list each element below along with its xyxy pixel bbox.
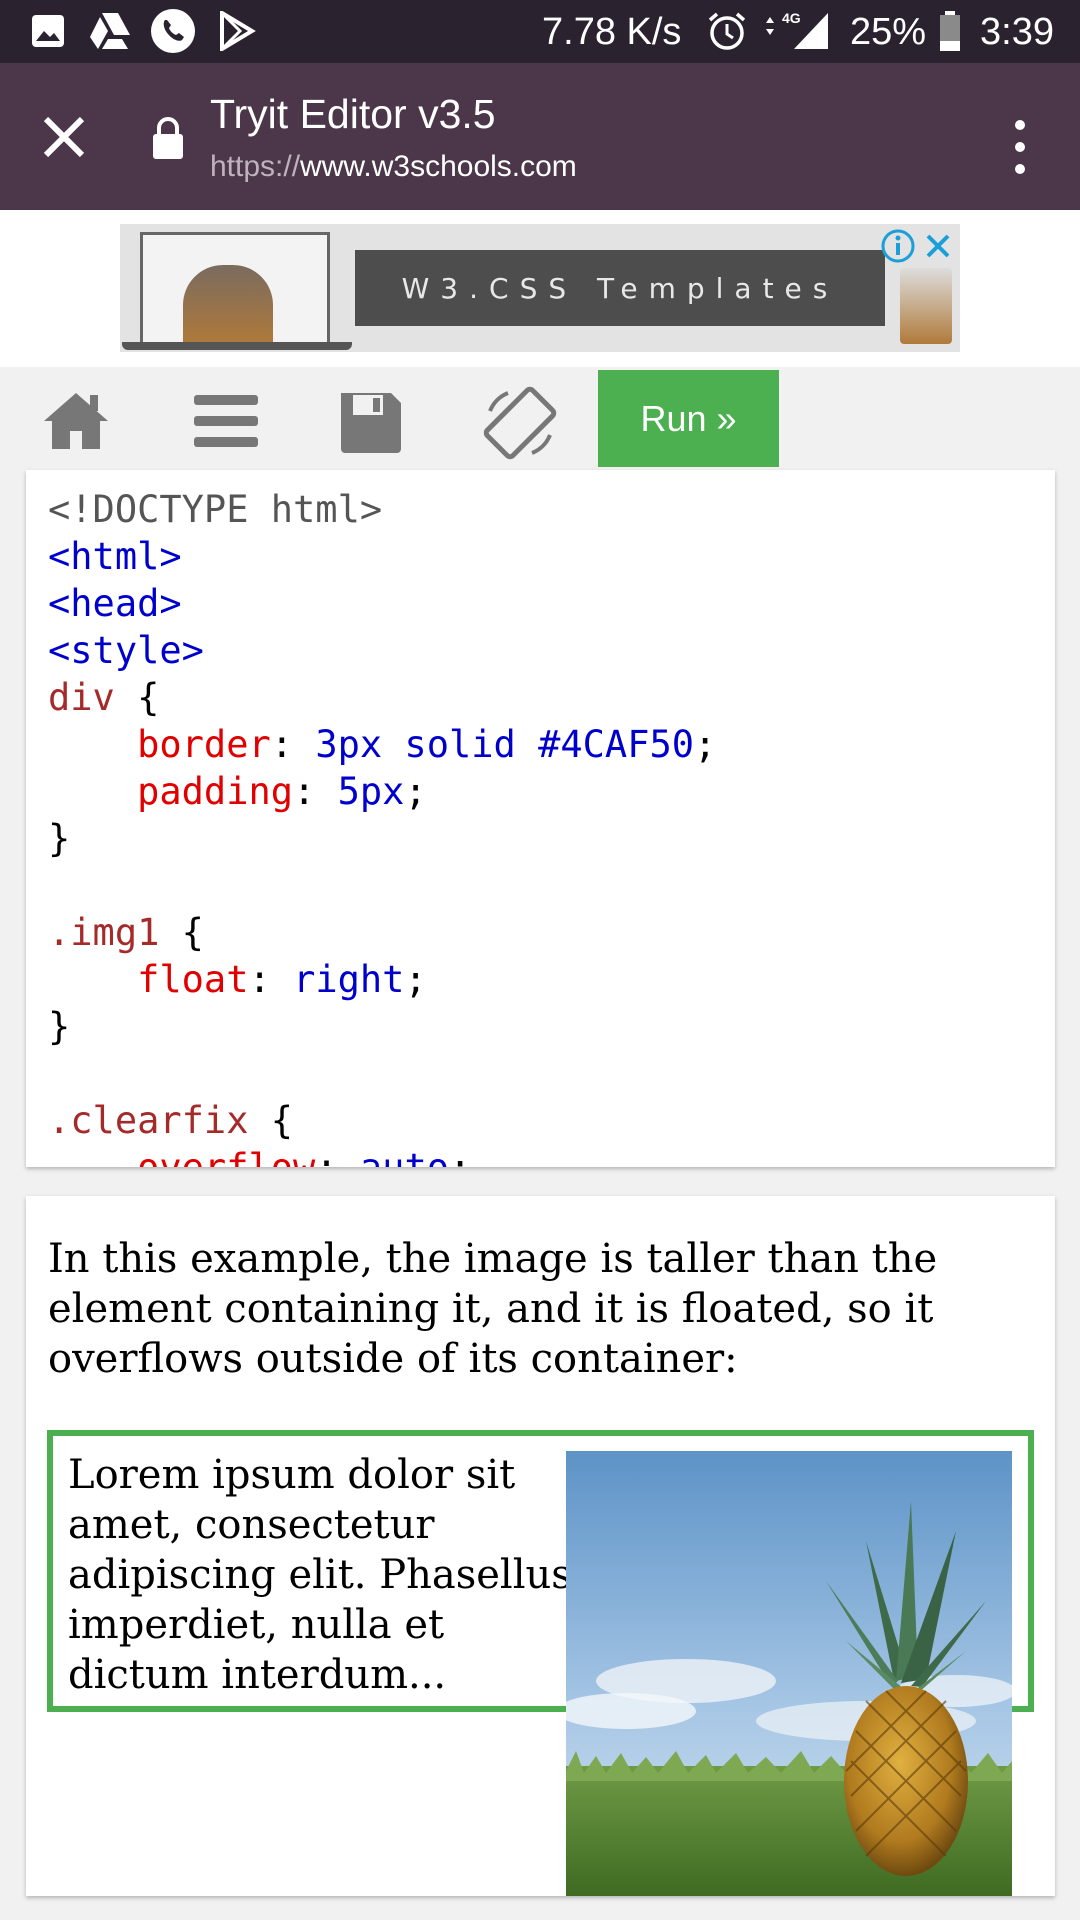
network-type: 4G (782, 10, 801, 26)
battery-percent: 25% (850, 11, 927, 53)
run-button[interactable]: Run » (598, 370, 779, 467)
ad-banner-text: W3.CSS Templates (355, 250, 885, 326)
battery-icon (938, 10, 962, 52)
ad-area: W3.CSS Templates (0, 210, 1080, 367)
lock-icon (150, 115, 186, 161)
network-speed: 7.78 K/s (542, 11, 682, 53)
page-title: Tryit Editor v3.5 (210, 91, 496, 137)
home-icon[interactable] (40, 385, 112, 457)
result-panel: In this example, the image is taller tha… (26, 1196, 1055, 1896)
code-line: border: 3px solid #4CAF50; (137, 723, 717, 766)
pineapple-image (566, 1451, 1012, 1896)
code-line: } (48, 817, 71, 860)
save-icon[interactable] (335, 385, 407, 457)
code-line: <style> (48, 629, 204, 672)
alarm-icon (706, 10, 748, 52)
code-line: <html> (48, 535, 182, 578)
code-line: } (48, 1005, 71, 1048)
code-line: overflow: auto; (48, 1146, 471, 1167)
more-options-icon[interactable] (1000, 111, 1040, 183)
url-protocol: https:// (210, 150, 301, 183)
clock: 3:39 (980, 11, 1054, 53)
code-line: padding: 5px; (137, 770, 427, 813)
status-bar: 7.78 K/s 4G 25% 3:39 (0, 0, 1080, 63)
signal-icon: 4G (762, 8, 830, 50)
editor-toolbar: Run » (0, 367, 1080, 467)
rotate-screen-icon[interactable] (482, 385, 557, 460)
code-text[interactable]: <!DOCTYPE html> <html> <head> <style> di… (48, 486, 716, 1167)
play-store-icon (218, 10, 256, 52)
page-url: https://www.w3schools.com (210, 147, 577, 187)
code-editor[interactable]: <!DOCTYPE html> <html> <head> <style> di… (26, 470, 1055, 1167)
menu-icon[interactable] (190, 385, 262, 457)
browser-custom-tab-bar: Tryit Editor v3.5 https://www.w3schools.… (0, 63, 1080, 210)
ad-info-icon[interactable] (880, 228, 916, 264)
ad-person-image (183, 265, 273, 345)
phone-call-icon (150, 9, 196, 53)
drive-icon (88, 10, 132, 52)
code-line: div { (48, 676, 160, 719)
gallery-icon (30, 10, 66, 52)
ad-laptop-base (122, 342, 352, 350)
code-line: float: right; (137, 958, 427, 1001)
code-line: <!DOCTYPE html> (48, 488, 383, 531)
close-icon[interactable] (32, 105, 96, 169)
code-line: <head> (48, 582, 182, 625)
ad-laptop-image (140, 232, 330, 345)
result-intro-text: In this example, the image is taller tha… (48, 1236, 938, 1382)
url-host: www.w3schools.com (300, 150, 577, 183)
ad-close-icon[interactable] (920, 228, 956, 264)
code-line: .img1 { (48, 911, 204, 954)
ad-banner[interactable]: W3.CSS Templates (120, 224, 960, 352)
code-line: .clearfix { (48, 1099, 294, 1142)
ad-thumbnail (900, 268, 952, 344)
lorem-text: Lorem ipsum dolor sit amet, consectetur … (68, 1452, 572, 1698)
